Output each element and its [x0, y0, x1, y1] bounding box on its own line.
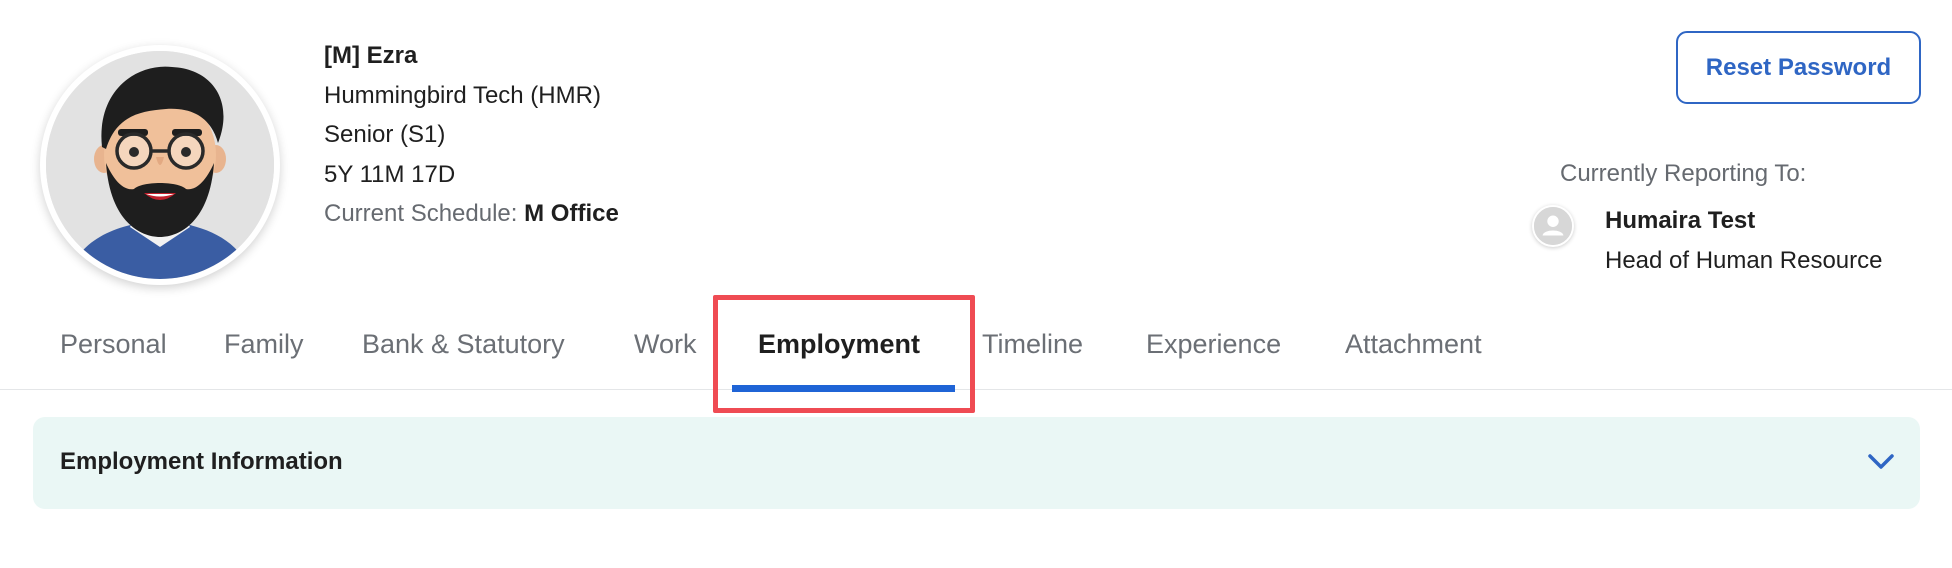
employee-company: Hummingbird Tech (HMR)	[324, 81, 601, 109]
tab-bank-statutory[interactable]: Bank & Statutory	[362, 329, 565, 360]
profile-info: [M] Ezra Hummingbird Tech (HMR) Senior (…	[324, 36, 619, 234]
avatar-image	[46, 51, 274, 279]
employee-schedule: Current Schedule: M Office	[324, 194, 619, 234]
person-icon	[1532, 205, 1574, 247]
employee-tenure: 5Y 11M 17D	[324, 160, 456, 188]
profile-tabs: Personal Family Bank & Statutory Work Em…	[0, 295, 1952, 413]
active-tab-indicator	[732, 385, 955, 392]
employee-avatar	[40, 45, 280, 285]
schedule-value: M Office	[524, 200, 619, 227]
tab-attachment[interactable]: Attachment	[1345, 329, 1482, 360]
tab-timeline[interactable]: Timeline	[982, 329, 1083, 360]
reset-password-button[interactable]: Reset Password	[1676, 31, 1921, 104]
chevron-down-icon[interactable]	[1866, 451, 1896, 473]
section-title: Employment Information	[60, 448, 343, 475]
employee-level: Senior (S1)	[324, 121, 446, 148]
reporting-label: Currently Reporting To:	[1560, 160, 1807, 187]
tab-family[interactable]: Family	[224, 329, 304, 360]
tab-personal[interactable]: Personal	[60, 329, 167, 360]
employment-information-section[interactable]: Employment Information	[33, 417, 1920, 509]
tab-work[interactable]: Work	[634, 329, 697, 360]
manager-name[interactable]: Humaira Test	[1605, 207, 1755, 235]
tab-employment[interactable]: Employment	[758, 329, 920, 360]
employee-name: [M] Ezra	[324, 42, 418, 69]
tab-experience[interactable]: Experience	[1146, 329, 1281, 360]
manager-title: Head of Human Resource	[1605, 247, 1883, 274]
schedule-label: Current Schedule:	[324, 200, 518, 227]
